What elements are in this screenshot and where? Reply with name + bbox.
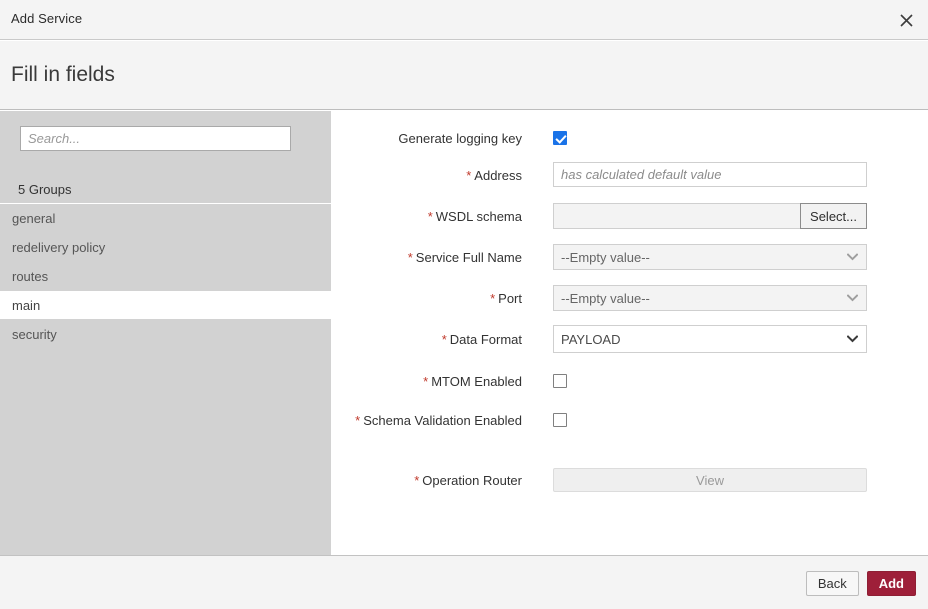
dialog-footer: Back Add [0, 555, 928, 609]
add-button[interactable]: Add [866, 571, 916, 596]
sidebar-item-label: routes [12, 269, 49, 284]
back-button[interactable]: Back [805, 571, 859, 596]
service-full-name-select[interactable]: --Empty value-- [553, 244, 867, 270]
form-panel: Generate logging key *Address *WSDL sche… [331, 111, 928, 555]
field-control-operation-router: View [553, 468, 867, 492]
port-select-wrapper: --Empty value-- [553, 285, 867, 311]
field-label-schema-validation-enabled: * Schema Validation Enabled [331, 411, 522, 430]
required-asterisk-icon: * [441, 332, 447, 347]
data-format-select-wrapper: PAYLOAD [553, 325, 867, 353]
wsdl-schema-input[interactable] [553, 203, 801, 229]
service-full-name-select-wrapper: --Empty value-- [553, 244, 867, 270]
search-field-wrapper [20, 126, 291, 151]
required-asterisk-icon: * [414, 473, 420, 488]
field-control-address [553, 162, 867, 187]
field-control-data-format: PAYLOAD [553, 325, 867, 353]
field-label-wsdl-schema: * WSDL schema [331, 207, 522, 226]
field-control-generate-logging-key [553, 131, 567, 150]
dialog-titlebar: Add Service [0, 0, 928, 40]
dialog-title: Add Service [11, 11, 83, 26]
add-service-dialog: Add Service Fill in fields 5 Groups gene… [0, 0, 928, 609]
sidebar-item-main[interactable]: main [0, 290, 331, 319]
schema-validation-enabled-checkbox[interactable] [553, 413, 567, 427]
sidebar-item-label: general [12, 211, 56, 226]
field-label-text: Data Format [449, 332, 522, 347]
mtom-enabled-checkbox[interactable] [553, 374, 567, 388]
field-label-port: * Port [331, 289, 522, 308]
required-asterisk-icon: * [466, 168, 472, 183]
dialog-body: 5 Groups general redelivery policy route… [0, 111, 928, 555]
field-control-schema-validation-enabled [553, 413, 567, 432]
generate-logging-key-checkbox[interactable] [553, 131, 567, 145]
field-label-text: Address [474, 168, 522, 183]
field-label-text: Port [498, 291, 522, 306]
sidebar-item-general[interactable]: general [0, 203, 331, 232]
sidebar-item-redelivery-policy[interactable]: redelivery policy [0, 232, 331, 261]
field-label-service-full-name: * Service Full Name [331, 248, 522, 267]
step-heading-bar: Fill in fields [0, 41, 928, 110]
field-control-wsdl-schema: Select... [553, 203, 867, 229]
field-label-text: WSDL schema [435, 209, 522, 224]
sidebar-item-security[interactable]: security [0, 319, 331, 348]
groups-count-label: 5 Groups [18, 182, 72, 197]
search-input[interactable] [20, 126, 291, 151]
port-select[interactable]: --Empty value-- [553, 285, 867, 311]
field-label-generate-logging-key: Generate logging key [331, 129, 522, 148]
field-label-text: Operation Router [422, 473, 522, 488]
sidebar-item-label: main [12, 298, 41, 313]
required-asterisk-icon: * [490, 291, 496, 306]
data-format-select[interactable]: PAYLOAD [553, 325, 867, 353]
page-title: Fill in fields [11, 63, 115, 86]
field-label-text: Service Full Name [415, 250, 522, 265]
close-icon[interactable] [888, 2, 924, 38]
wsdl-schema-input-group: Select... [553, 203, 867, 229]
required-asterisk-icon: * [407, 250, 413, 265]
wsdl-schema-select-button[interactable]: Select... [800, 203, 867, 229]
required-asterisk-icon: * [423, 374, 429, 389]
required-asterisk-icon: * [355, 413, 361, 428]
address-input[interactable] [553, 162, 867, 187]
operation-router-view-button[interactable]: View [553, 468, 867, 492]
field-control-port: --Empty value-- [553, 285, 867, 311]
field-label-text: Schema Validation Enabled [363, 413, 522, 428]
groups-sidebar: 5 Groups general redelivery policy route… [0, 111, 331, 555]
sidebar-item-label: security [12, 327, 57, 342]
field-label-text: Generate logging key [398, 131, 522, 146]
field-control-service-full-name: --Empty value-- [553, 244, 867, 270]
required-asterisk-icon: * [427, 209, 433, 224]
field-label-mtom-enabled: * MTOM Enabled [331, 372, 522, 391]
footer-actions: Back Add [805, 571, 916, 596]
sidebar-item-label: redelivery policy [12, 240, 106, 255]
sidebar-item-routes[interactable]: routes [0, 261, 331, 290]
field-control-mtom-enabled [553, 374, 567, 393]
field-label-operation-router: * Operation Router [331, 471, 522, 490]
group-list: general redelivery policy routes main se… [0, 203, 331, 348]
field-label-text: MTOM Enabled [431, 374, 522, 389]
field-label-address: * Address [331, 166, 522, 185]
field-label-data-format: * Data Format [331, 330, 522, 349]
